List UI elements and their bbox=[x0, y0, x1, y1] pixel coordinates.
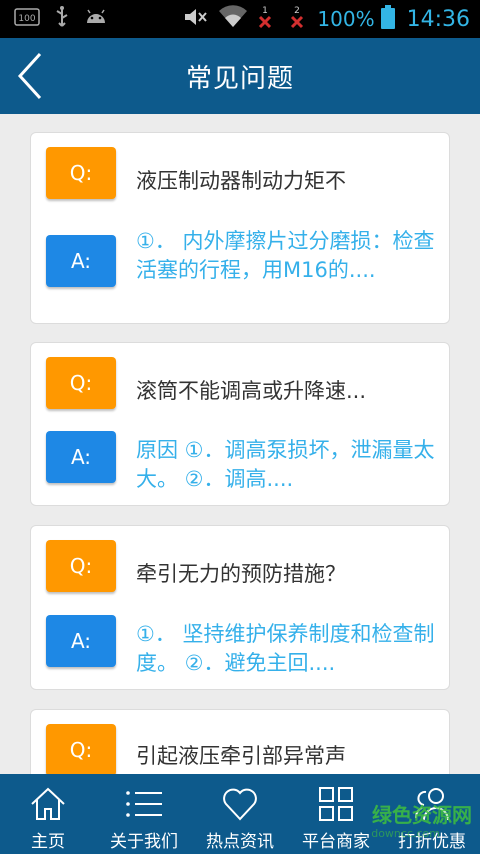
question-badge: Q: bbox=[46, 724, 116, 774]
nav-label: 关于我们 bbox=[110, 832, 178, 852]
faq-card[interactable]: Q: 引起液压牵引部异常声 bbox=[30, 709, 450, 774]
grid-icon bbox=[319, 787, 353, 821]
answer-text: ①． 坚持维护保养制度和检查制度。 ②．避免主回.... bbox=[136, 622, 435, 675]
question-text: 引起液压牵引部异常声 bbox=[136, 744, 346, 768]
question-text: 牵引无力的预防措施？ bbox=[136, 562, 346, 586]
page-title: 常见问题 bbox=[185, 63, 294, 94]
nav-label: 平台商家 bbox=[302, 832, 370, 852]
nav-home[interactable]: 主页 bbox=[0, 774, 96, 854]
nav-discounts[interactable]: 打折优惠 bbox=[384, 774, 480, 854]
answer-text: 原因 ①．调高泵损坏，泄漏量太大。 ②．调高.... bbox=[136, 438, 435, 491]
home-icon bbox=[31, 787, 65, 820]
nav-label: 打折优惠 bbox=[398, 832, 466, 852]
answer-badge: A: bbox=[46, 431, 116, 483]
question-text: 液压制动器制动力矩不 bbox=[136, 169, 346, 193]
sim1-no-signal-icon: 1 bbox=[255, 4, 275, 34]
users-icon bbox=[414, 788, 449, 821]
answer-text: ①． 内外摩擦片过分磨损：检查活塞的行程，用M16的.... bbox=[136, 229, 435, 282]
chevron-left-icon bbox=[17, 52, 42, 100]
svg-text:100: 100 bbox=[18, 14, 35, 24]
svg-text:1: 1 bbox=[263, 6, 269, 16]
android-icon bbox=[84, 8, 108, 30]
status-bar: 100 1 2 100% 14:36 bbox=[0, 0, 480, 38]
usb-icon bbox=[54, 6, 70, 32]
question-badge: Q: bbox=[46, 540, 116, 592]
notification-count-icon: 100 bbox=[14, 8, 40, 30]
bottom-nav: 主页 关于我们 热点资讯 平台商家 打折优惠 绿色资源网 downcc.com bbox=[0, 774, 480, 854]
question-text: 滚筒不能调高或升降速... bbox=[136, 379, 367, 403]
back-button[interactable] bbox=[10, 48, 54, 104]
faq-card[interactable]: Q: 液压制动器制动力矩不 A: ①． 内外摩擦片过分磨损：检查活塞的行程，用M… bbox=[30, 132, 450, 324]
faq-card[interactable]: Q: 滚筒不能调高或升降速... A: 原因 ①．调高泵损坏，泄漏量太大。 ②．… bbox=[30, 342, 450, 506]
clock: 14:36 bbox=[406, 6, 470, 32]
svg-text:2: 2 bbox=[295, 6, 301, 16]
nav-merchants[interactable]: 平台商家 bbox=[288, 774, 384, 854]
question-badge: Q: bbox=[46, 147, 116, 199]
wifi-icon bbox=[217, 5, 249, 33]
question-badge: Q: bbox=[46, 357, 116, 409]
app-header: 常见问题 bbox=[0, 38, 480, 114]
answer-badge: A: bbox=[46, 235, 116, 287]
nav-hot-news[interactable]: 热点资讯 bbox=[192, 774, 288, 854]
mute-icon bbox=[183, 6, 209, 32]
nav-label: 主页 bbox=[31, 832, 65, 852]
answer-badge: A: bbox=[46, 615, 116, 667]
sim2-no-signal-icon: 2 bbox=[287, 4, 307, 34]
battery-icon bbox=[380, 5, 395, 33]
list-icon bbox=[126, 791, 162, 817]
nav-about-us[interactable]: 关于我们 bbox=[96, 774, 192, 854]
nav-label: 热点资讯 bbox=[206, 832, 274, 852]
heart-icon bbox=[223, 788, 257, 821]
faq-card[interactable]: Q: 牵引无力的预防措施？ A: ①． 坚持维护保养制度和检查制度。 ②．避免主… bbox=[30, 525, 450, 690]
faq-list: Q: 液压制动器制动力矩不 A: ①． 内外摩擦片过分磨损：检查活塞的行程，用M… bbox=[0, 114, 480, 774]
battery-percent: 100% bbox=[317, 7, 375, 31]
